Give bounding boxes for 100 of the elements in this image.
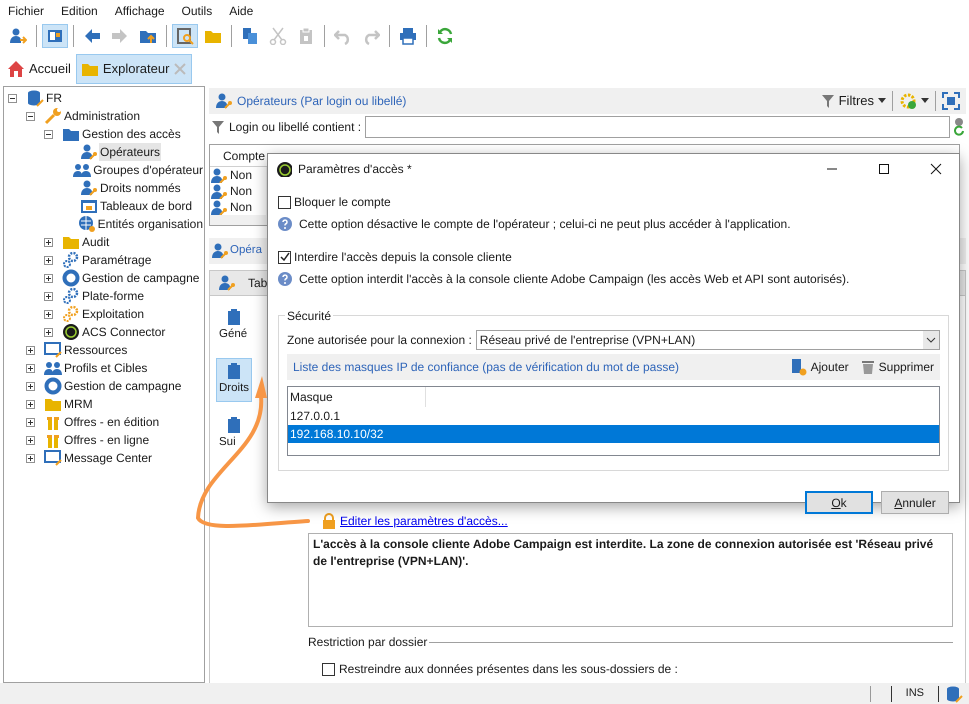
masks-title: Liste des masques IP de confiance (pas de vérification du mot de passe) [293, 359, 680, 376]
help-icon [278, 272, 292, 286]
users-icon [44, 359, 62, 377]
caret-icon [923, 331, 939, 349]
printer-icon [399, 27, 417, 45]
menu-item[interactable]: Edition [61, 2, 98, 20]
tree-item[interactable]: Ressources [63, 341, 128, 359]
tab[interactable]: Accueil [2, 54, 76, 84]
tree-item[interactable]: Gestion de campagne [63, 377, 182, 395]
table-cell-text: Non [229, 167, 252, 184]
summary-field[interactable]: L'accès à la console cliente Adobe Campaign est interdite. La zone de connexion autorisée est 'Réseau privé de l'entreprise (VPN+LAN)'. [308, 533, 953, 627]
dialog-button[interactable]: Annuler [881, 491, 949, 514]
menu-item[interactable]: Outils [182, 2, 212, 20]
delete-button[interactable]: Supprimer [860, 358, 934, 376]
expand-toggle[interactable] [26, 112, 35, 120]
tab[interactable]: Explorateur [76, 54, 192, 84]
back-icon [83, 27, 101, 45]
zone-dropdown[interactable]: Réseau privé de l'entreprise (VPN+LAN) [476, 330, 940, 350]
tree-item[interactable]: Profils et Cibles [63, 359, 148, 377]
clipboard-icon [297, 27, 315, 45]
expand-toggle[interactable] [26, 454, 35, 462]
expand-toggle[interactable] [44, 328, 53, 336]
expand-toggle[interactable] [44, 238, 53, 246]
clipboard-icon [227, 362, 241, 380]
tree-item[interactable]: Offres - en édition [63, 413, 160, 431]
monitor-icon [44, 449, 62, 467]
tree-item[interactable]: Plate-forme [81, 287, 146, 305]
nav-item[interactable]: Géné [216, 304, 252, 348]
toolbar-button[interactable] [172, 24, 198, 48]
clear-icon [954, 118, 964, 136]
detail-title: Opéra [230, 243, 262, 258]
tab-label: Accueil [29, 60, 71, 78]
refresh-icon [436, 27, 454, 45]
expand-toggle[interactable] [44, 274, 53, 282]
tree-item[interactable]: Gestion de campagne [81, 269, 200, 287]
dialog-title: Paramètres d'accès * [298, 161, 412, 178]
tree-item[interactable]: FR [45, 89, 63, 107]
expand-toggle[interactable] [44, 310, 53, 318]
panel-icon [46, 27, 64, 45]
table-cell-text: Non [229, 183, 252, 200]
forward-icon [111, 27, 129, 45]
expand-toggle[interactable] [26, 400, 35, 408]
user-icon [80, 179, 98, 197]
expand-toggle[interactable] [44, 292, 53, 300]
tree-item[interactable]: Message Center [63, 449, 154, 467]
expand-toggle[interactable] [26, 436, 35, 444]
help-text: Cette option interdit l'accès à la console cliente Adobe Campaign (les accès Web et API sont autorisés). [299, 271, 850, 288]
tree-item[interactable]: Entités organisation [96, 215, 204, 233]
tree-item[interactable]: Opérateurs [99, 143, 162, 161]
insert-mode: INS [904, 686, 925, 702]
tab-label[interactable]: Tab [248, 274, 268, 292]
tree-item[interactable]: Exploitation [81, 305, 146, 323]
tree-item[interactable]: Offres - en ligne [63, 431, 150, 449]
nav-item[interactable]: Droits [216, 358, 252, 402]
logo-icon [62, 323, 80, 341]
tree-item[interactable]: ACS Connector [81, 323, 166, 341]
expand-toggle[interactable] [26, 418, 35, 426]
tree-item[interactable]: Droits nommés [99, 179, 182, 197]
close-icon [173, 62, 188, 76]
mask-row[interactable]: 192.168.10.10/32 [288, 425, 939, 443]
expand-toggle[interactable] [44, 130, 53, 138]
menu-item[interactable]: Aide [229, 2, 254, 20]
expand-toggle[interactable] [26, 364, 35, 372]
checkbox[interactable] [322, 662, 335, 676]
close-icon [930, 163, 942, 175]
filters-button[interactable]: Filtres [838, 91, 874, 111]
fullscreen-icon [942, 92, 960, 110]
edit-link[interactable]: Editer les paramètres d'accès... [340, 512, 508, 530]
expand-toggle[interactable] [44, 256, 53, 264]
maximize-icon [878, 163, 890, 175]
monitor-icon [44, 341, 62, 359]
tree-item[interactable]: Tableaux de bord [99, 197, 194, 215]
zone-label: Zone autorisée pour la connexion : [287, 332, 472, 349]
tree-item[interactable]: Administration [63, 107, 142, 125]
tree-item[interactable]: MRM [63, 395, 94, 413]
add-button[interactable]: Ajouter [790, 358, 849, 376]
tree-item[interactable]: Groupes d'opérateur [92, 161, 204, 179]
checkbox[interactable] [278, 250, 291, 264]
expand-toggle[interactable] [8, 94, 17, 102]
nav-item[interactable]: Sui [216, 412, 252, 456]
menu-item[interactable]: Fichier [8, 2, 44, 20]
checkbox[interactable] [278, 196, 291, 208]
filter-field[interactable] [365, 116, 950, 138]
gear-icon [62, 305, 80, 323]
tree-item[interactable]: Paramétrage [81, 251, 152, 269]
toolbar-button[interactable] [42, 24, 68, 48]
menu-item[interactable]: Affichage [114, 2, 165, 20]
dialog-button[interactable]: Ok [805, 491, 873, 514]
expand-toggle[interactable] [26, 382, 35, 390]
tree-item[interactable]: Gestion des accès [81, 125, 182, 143]
expand-toggle[interactable] [26, 346, 35, 354]
help-text: Cette option désactive le compte de l'opérateur ; celui-ci ne peut plus accéder à l'application. [299, 216, 791, 233]
home-icon [7, 60, 25, 78]
mask-row[interactable]: 127.0.0.1 [288, 407, 939, 425]
panel-title: Opérateurs (Par login ou libellé) [237, 93, 406, 110]
tree-item[interactable]: Audit [81, 233, 110, 251]
column-header[interactable]: Masque [288, 387, 426, 407]
add-icon [790, 358, 807, 376]
globe-icon [78, 215, 96, 233]
tab-label: Explorateur [102, 60, 170, 78]
